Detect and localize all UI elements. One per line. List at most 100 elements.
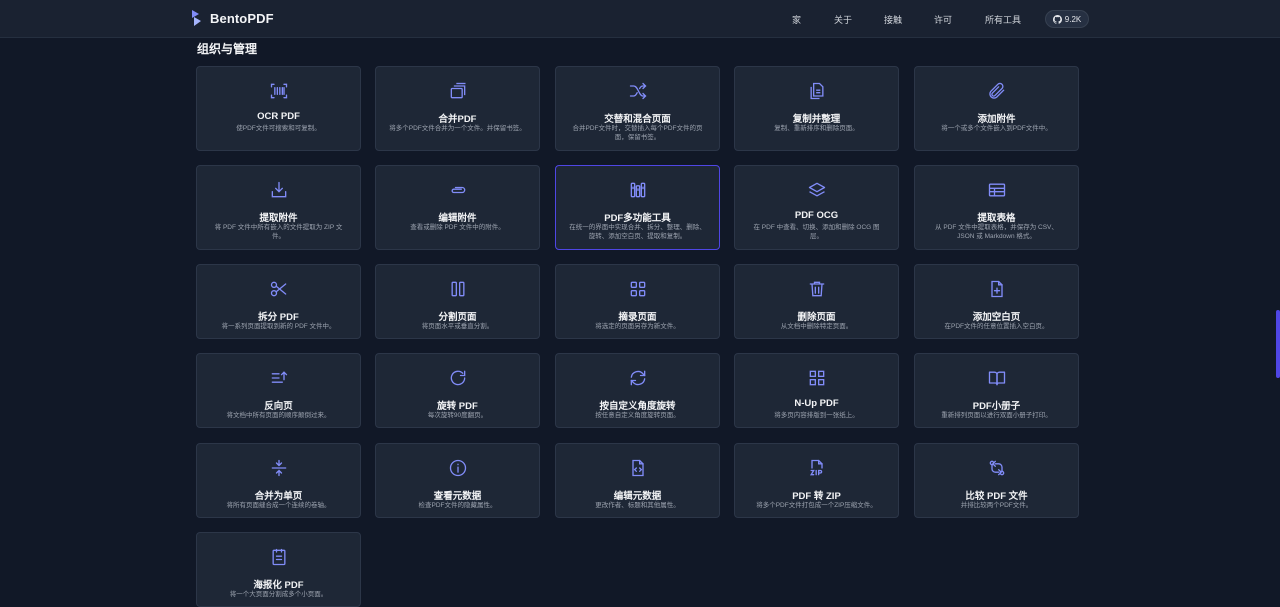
ocr-scan-icon [270,83,287,99]
github-icon [1052,14,1062,24]
tool-card-description: 查看或删除 PDF 文件中的附件。 [410,224,505,231]
tool-card-combine-single-page[interactable]: 合并为单页 将所有页面缝合成一个连续的卷轴。 [196,443,361,518]
tool-card-view-metadata[interactable]: 查看元数据 检查PDF文件的隐藏属性。 [375,443,540,518]
attachment-edit-icon [451,186,465,194]
tool-card-description: 更改作者、标题和其他属性。 [595,502,680,509]
tool-card-pdf-booklet[interactable]: PDF小册子 重新排列页面以进行双面小册子打印。 [914,353,1079,428]
tool-card-description: 在统一的界面中实现合并、拆分、整理、删除、旋转、添加空白页、提取和复制。 [569,224,706,240]
tool-card-duplicate-organize[interactable]: 复制并整理 复制、重新排序和删除页面。 [734,66,899,151]
tool-card-title: 提取表格 [977,213,1016,224]
tool-card-posterize-pdf[interactable]: 海报化 PDF 将一个大页面分割成多个小页面。 [196,532,361,607]
nav-all-tools-link[interactable]: 所有工具 [985,13,1021,26]
section-title: 组织与管理 [197,42,258,56]
tool-card-reverse-pages[interactable]: 反向页 将文档中所有页面的顺序颠倒过来。 [196,353,361,428]
github-stars-count: 9.2K [1064,14,1082,24]
tool-card-divide-pages[interactable]: 分割页面 将页面水平或垂直分割。 [375,264,540,339]
tool-card-rotate-pdf[interactable]: 旋转 PDF 每次旋转90度翻页。 [375,353,540,428]
tool-card-description: 复制、重新排序和删除页面。 [774,125,859,132]
tool-card-add-attachment[interactable]: 添加附件 将一个或多个文件嵌入到PDF文件中。 [914,66,1079,151]
sort-reverse-icon [271,371,287,383]
trash-icon [809,281,824,297]
tool-card-title: 提取附件 [259,213,298,224]
tool-card-extract-tables[interactable]: 提取表格 从 PDF 文件中提取表格，并保存为 CSV、JSON 或 Markd… [914,165,1079,250]
tool-card-pdf-ocg[interactable]: PDF OCG 在 PDF 中查看、切换、添加和删除 OCG 图层。 [734,165,899,250]
tool-card-ocr-pdf[interactable]: OCR PDF 使PDF文件可搜索和可复制。 [196,66,361,151]
tool-card-alternate-mix[interactable]: 交替和混合页面 合并PDF文件时，交替插入每个PDF文件的页面，保留书签。 [555,66,720,151]
file-text-icon [272,548,285,566]
tool-card-description: 重新排列页面以进行双面小册子打印。 [941,412,1052,419]
tool-card-title: 删除页面 [797,312,836,323]
tool-card-title: 编辑附件 [438,213,477,224]
git-compare-icon [989,460,1004,476]
tool-card-pdf-to-zip[interactable]: PDF 转 ZIP 将多个PDF文件打包成一个ZIP压缩文件。 [734,443,899,518]
tool-card-description: 将所有页面缝合成一个连续的卷轴。 [226,502,331,509]
nav-contact-link[interactable]: 接触 [884,13,902,26]
nav-about-link[interactable]: 关于 [834,13,852,26]
tool-card-title: 合并为单页 [254,491,303,502]
bento-logo-icon [192,10,201,26]
tool-card-description: 使PDF文件可搜索和可复制。 [236,125,321,132]
tool-card-extract-attachments[interactable]: 提取附件 将 PDF 文件中所有嵌入的文件提取为 ZIP 文件。 [196,165,361,250]
tool-card-pdf-multi-tool[interactable]: PDF多功能工具 在统一的界面中实现合并、拆分、整理、删除、旋转、添加空白页、提… [555,165,720,250]
tool-card-description: 并排比较两个PDF文件。 [960,502,1033,509]
tool-card-edit-attachments[interactable]: 编辑附件 查看或删除 PDF 文件中的附件。 [375,165,540,250]
tool-card-description: 在 PDF 中查看、切换、添加和删除 OCG 图层。 [753,224,880,240]
nav-license-link[interactable]: 许可 [934,13,952,26]
scissors-icon [270,281,286,297]
tool-card-split-pdf[interactable]: 拆分 PDF 将一系列页面提取到新的 PDF 文件中。 [196,264,361,339]
tool-card-description: 将选定的页面另存为新文件。 [595,323,680,330]
tool-card-title: PDF 转 ZIP [792,491,841,502]
top-navigation-bar: BentoPDF 家 关于 接触 许可 所有工具 9.2K [0,0,1280,38]
paperclip-icon [988,82,1004,99]
expand-vertical-icon [271,459,286,477]
tool-card-description: 将一个或多个文件嵌入到PDF文件中。 [941,125,1052,132]
tool-card-add-blank-page[interactable]: 添加空白页 在PDF文件的任意位置插入空白页。 [914,264,1079,339]
tool-card-title: 按自定义角度旋转 [599,401,676,412]
tool-card-title: 复制并整理 [792,114,841,125]
tool-card-description: 将多个PDF文件合并为一个文件。并保留书签。 [389,125,526,132]
tool-card-title: 查看元数据 [433,491,482,502]
brand-logo-link[interactable]: BentoPDF [190,9,274,27]
tool-card-description: 按任意自定义角度旋转页面。 [595,412,680,419]
tool-card-description: 将一个大页面分割成多个小页面。 [229,591,328,598]
tool-card-description: 检查PDF文件的隐藏属性。 [418,502,497,509]
tool-card-title: N-Up PDF [794,398,839,409]
tool-card-title: 海报化 PDF [253,580,304,591]
merge-stack-icon [450,82,465,99]
tool-card-description: 合并PDF文件时，交替插入每个PDF文件的页面，保留书签。 [572,125,703,141]
tool-card-extract-pages[interactable]: 摘录页面 将选定的页面另存为新文件。 [555,264,720,339]
tool-card-description: 将多页内容排版到一张纸上。 [774,412,859,419]
tool-card-title: 添加附件 [977,114,1016,125]
tool-card-title: OCR PDF [257,111,300,122]
grid-icon [630,281,645,297]
tool-card-n-up-pdf[interactable]: N-Up PDF 将多页内容排版到一张纸上。 [734,353,899,428]
shuffle-icon [629,82,646,100]
tool-card-title: PDF多功能工具 [604,213,671,224]
rotate-icon [450,370,465,386]
tool-card-delete-pages[interactable]: 删除页面 从文档中删除特定页面。 [734,264,899,339]
tool-card-merge-pdf[interactable]: 合并PDF 将多个PDF文件合并为一个文件。并保留书签。 [375,66,540,151]
tool-card-description: 在PDF文件的任意位置插入空白页。 [944,323,1049,330]
tool-card-title: 比较 PDF 文件 [965,491,1028,502]
file-code-icon [631,459,644,477]
tool-card-title: 编辑元数据 [613,491,662,502]
tool-card-edit-metadata[interactable]: 编辑元数据 更改作者、标题和其他属性。 [555,443,720,518]
scrollbar-thumb[interactable] [1276,310,1280,378]
tool-card-compare-pdf[interactable]: 比较 PDF 文件 并排比较两个PDF文件。 [914,443,1079,518]
tool-card-description: 将文档中所有页面的顺序颠倒过来。 [226,412,331,419]
layers-icon [808,182,825,197]
github-stars-button[interactable]: 9.2K [1045,10,1089,28]
tool-card-description: 将页面水平或垂直分割。 [421,323,494,330]
tool-card-title: 添加空白页 [972,312,1021,323]
tool-card-title: PDF OCG [794,210,839,221]
tool-card-description: 将 PDF 文件中所有嵌入的文件提取为 ZIP 文件。 [214,224,343,240]
tool-card-title: 反向页 [264,401,293,412]
tool-card-custom-rotate[interactable]: 按自定义角度旋转 按任意自定义角度旋转页面。 [555,353,720,428]
refresh-icon [630,370,645,386]
file-plus-icon [990,280,1003,298]
tool-card-description: 每次旋转90度翻页。 [427,412,488,419]
table-icon [988,183,1005,197]
copy-document-icon [810,82,823,100]
brand-name: BentoPDF [210,10,274,26]
nav-home-link[interactable]: 家 [792,13,801,26]
